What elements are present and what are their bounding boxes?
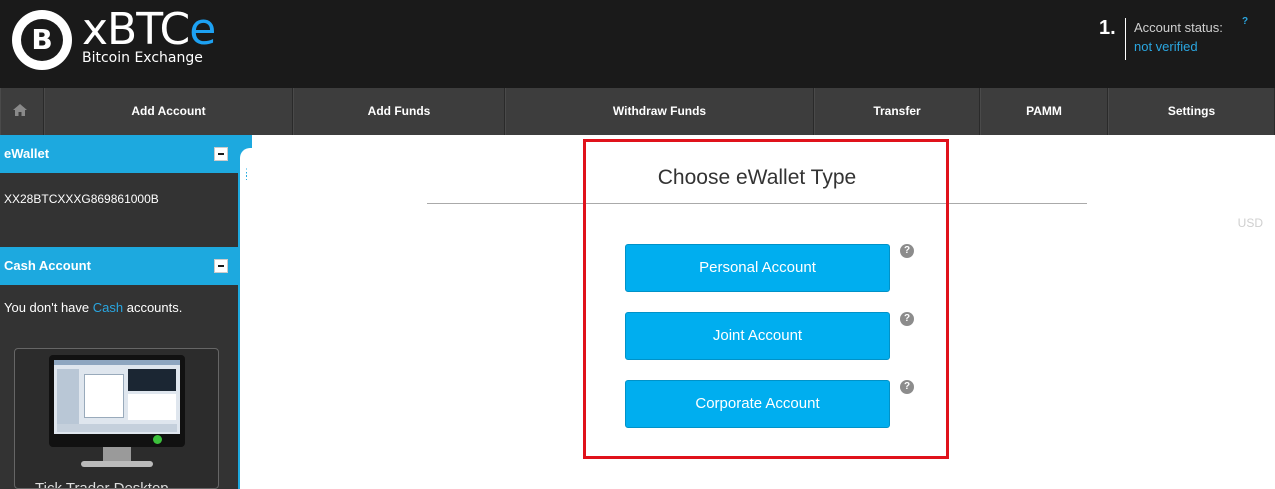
home-icon bbox=[13, 104, 27, 116]
nav-add-account[interactable]: Add Account bbox=[44, 88, 293, 135]
cash-panel-header[interactable]: Cash Account bbox=[0, 247, 238, 285]
account-status-label: Account status: bbox=[1134, 20, 1223, 35]
monitor-screen bbox=[54, 360, 180, 434]
nav-home[interactable] bbox=[0, 88, 44, 135]
cash-text-before: You don't have bbox=[4, 300, 93, 315]
ewallet-panel-title: eWallet bbox=[4, 146, 50, 161]
cash-empty-message: You don't have Cash accounts. bbox=[4, 300, 182, 315]
monitor-image bbox=[49, 355, 185, 447]
wallet-balance: 0.00 USD bbox=[1211, 216, 1263, 230]
ewallet-collapse-icon[interactable] bbox=[214, 147, 228, 161]
tick-trader-promo[interactable]: Tick Trader Desktop bbox=[14, 348, 219, 489]
screen-sidepanel bbox=[57, 369, 79, 429]
brand-subtitle: Bitcoin Exchange bbox=[82, 50, 203, 66]
screen-footer bbox=[57, 424, 177, 432]
account-status-link[interactable]: not verified bbox=[1134, 39, 1198, 54]
screen-titlebar bbox=[54, 360, 180, 365]
wallet-id[interactable]: XX28BTCXXXG869861000B bbox=[4, 192, 159, 206]
highlight-box bbox=[583, 139, 949, 459]
brand-name[interactable]: xBTCe bbox=[82, 4, 216, 55]
wallet-balance-amount: 0.00 bbox=[1210, 216, 1235, 230]
brand-name-accent: e bbox=[189, 4, 216, 55]
cash-text-after: accounts. bbox=[123, 300, 183, 315]
logo-glyph: B bbox=[21, 19, 63, 61]
ewallet-panel-header[interactable]: eWallet bbox=[0, 135, 238, 173]
nav-withdraw-funds[interactable]: Withdraw Funds bbox=[505, 88, 814, 135]
screen-panel bbox=[128, 394, 176, 420]
brand-name-main: xBTC bbox=[82, 4, 190, 55]
nav-pamm[interactable]: PAMM bbox=[980, 88, 1108, 135]
status-step-number: 1. bbox=[1099, 17, 1116, 39]
content-edge bbox=[240, 148, 252, 489]
main-nav: Add Account Add Funds Withdraw Funds Tra… bbox=[0, 88, 1275, 135]
status-dot bbox=[153, 435, 162, 444]
header: B xBTCe Bitcoin Exchange 1. Account stat… bbox=[0, 0, 1275, 88]
wallet-balance-currency: USD bbox=[1237, 216, 1263, 230]
promo-caption: Tick Trader Desktop bbox=[35, 480, 169, 489]
screen-quotes bbox=[128, 369, 176, 391]
cash-link[interactable]: Cash bbox=[93, 300, 123, 315]
bitcoin-logo-icon[interactable]: B bbox=[12, 10, 72, 70]
screen-chart bbox=[84, 374, 124, 418]
monitor-base bbox=[81, 461, 153, 467]
monitor-neck bbox=[103, 447, 131, 461]
nav-settings[interactable]: Settings bbox=[1108, 88, 1275, 135]
nav-transfer[interactable]: Transfer bbox=[814, 88, 980, 135]
cash-collapse-icon[interactable] bbox=[214, 259, 228, 273]
status-help-icon[interactable]: ? bbox=[1242, 16, 1248, 27]
nav-add-funds[interactable]: Add Funds bbox=[293, 88, 505, 135]
status-divider bbox=[1125, 18, 1126, 60]
cash-panel-title: Cash Account bbox=[4, 258, 91, 273]
sidebar-resize-handle[interactable]: ⋮ ⋮ bbox=[242, 168, 251, 181]
